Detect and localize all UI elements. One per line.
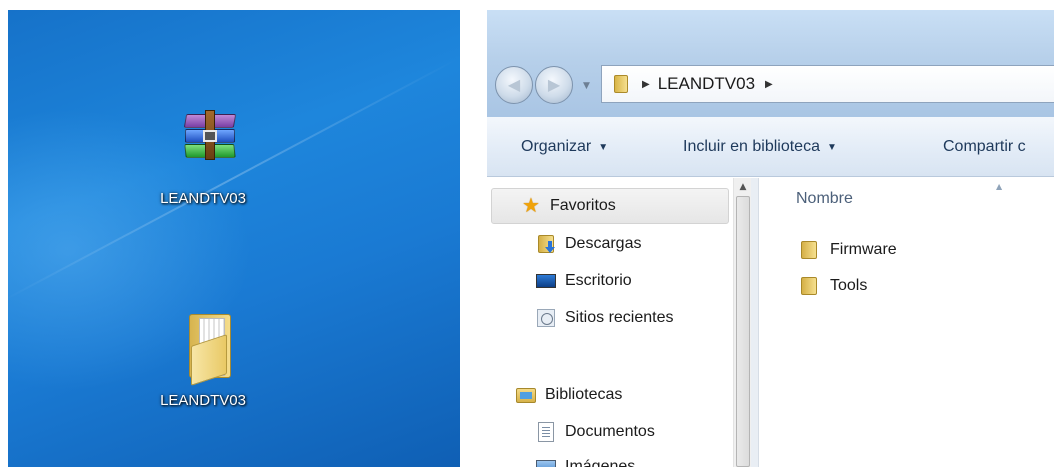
folder-icon <box>163 310 243 388</box>
nav-item-downloads[interactable]: Descargas <box>535 229 641 259</box>
column-header-name[interactable]: Nombre <box>796 190 853 208</box>
organize-label: Organizar <box>521 138 592 155</box>
desktop-monitor-icon <box>535 270 557 292</box>
nav-item-documents[interactable]: Documentos <box>535 417 655 447</box>
window-titlebar: ◀ ▶ ▼ ▶ LEANDTV03 ▶ <box>487 10 1054 117</box>
nav-item-favorites[interactable]: ★ Favoritos <box>491 188 729 224</box>
explorer-window: ◀ ▶ ▼ ▶ LEANDTV03 ▶ Organizar ▼ Incluir … <box>487 10 1054 467</box>
nav-item-label: Favoritos <box>550 197 616 214</box>
desktop-item-archive[interactable]: LEANDTV03 <box>138 108 268 207</box>
chevron-down-icon: ▼ <box>826 141 837 153</box>
scrollbar-thumb[interactable] <box>736 196 750 467</box>
address-bar[interactable]: ▶ LEANDTV03 ▶ <box>601 65 1054 103</box>
nav-item-label: Bibliotecas <box>545 386 623 403</box>
pane-splitter[interactable] <box>751 178 759 467</box>
star-icon: ★ <box>522 195 540 217</box>
desktop-item-folder[interactable]: LEANDTV03 <box>138 310 268 409</box>
back-button[interactable]: ◀ <box>495 66 533 104</box>
nav-pane-scrollbar[interactable]: ▲ <box>733 178 751 467</box>
navigation-pane: ★ Favoritos Descargas Escritorio Sitios … <box>487 178 733 467</box>
recent-places-icon <box>535 307 557 329</box>
nav-item-libraries[interactable]: Bibliotecas <box>515 380 622 410</box>
folder-icon <box>612 74 632 94</box>
folder-icon <box>798 239 820 261</box>
picture-icon <box>535 456 557 467</box>
nav-item-recent-places[interactable]: Sitios recientes <box>535 303 674 333</box>
list-item[interactable]: Tools <box>798 273 867 299</box>
document-icon <box>535 421 557 443</box>
libraries-icon <box>515 384 537 406</box>
include-in-library-button[interactable]: Incluir en biblioteca ▼ <box>683 138 837 156</box>
folder-icon <box>798 275 820 297</box>
list-item[interactable]: Firmware <box>798 237 897 263</box>
nav-item-pictures[interactable]: Imágenes <box>535 452 635 467</box>
list-item-label: Firmware <box>830 241 897 258</box>
nav-item-label: Sitios recientes <box>565 309 674 326</box>
desktop-item-label: LEANDTV03 <box>160 190 246 207</box>
breadcrumb-chevron-icon[interactable]: ▶ <box>642 79 650 90</box>
breadcrumb-segment[interactable]: LEANDTV03 <box>658 74 755 94</box>
desktop-item-label: LEANDTV03 <box>160 392 246 409</box>
organize-button[interactable]: Organizar ▼ <box>521 138 608 156</box>
command-bar: Organizar ▼ Incluir en biblioteca ▼ Comp… <box>487 117 1054 177</box>
nav-item-label: Descargas <box>565 235 642 252</box>
desktop-background: LEANDTV03 LEANDTV03 <box>8 10 460 467</box>
sort-ascending-icon: ▲ <box>996 182 1003 191</box>
include-in-library-label: Incluir en biblioteca <box>683 138 820 155</box>
arrow-right-icon: ▶ <box>547 75 561 94</box>
breadcrumb-chevron-icon[interactable]: ▶ <box>765 79 773 90</box>
forward-button[interactable]: ▶ <box>535 66 573 104</box>
nav-item-label: Documentos <box>565 423 655 440</box>
arrow-left-icon: ◀ <box>507 75 521 94</box>
recent-pages-dropdown[interactable]: ▼ <box>583 80 595 92</box>
downloads-folder-icon <box>535 233 557 255</box>
chevron-down-icon: ▼ <box>598 141 609 153</box>
scroll-up-icon[interactable]: ▲ <box>736 180 750 194</box>
share-button[interactable]: Compartir c <box>943 138 1026 156</box>
nav-item-desktop[interactable]: Escritorio <box>535 266 632 296</box>
nav-item-label: Escritorio <box>565 272 632 289</box>
file-list: ▲ Nombre Firmware Tools <box>760 178 1054 467</box>
share-label: Compartir c <box>943 138 1026 155</box>
list-item-label: Tools <box>830 277 868 294</box>
nav-item-label: Imágenes <box>565 458 636 467</box>
winrar-archive-icon <box>163 108 243 186</box>
